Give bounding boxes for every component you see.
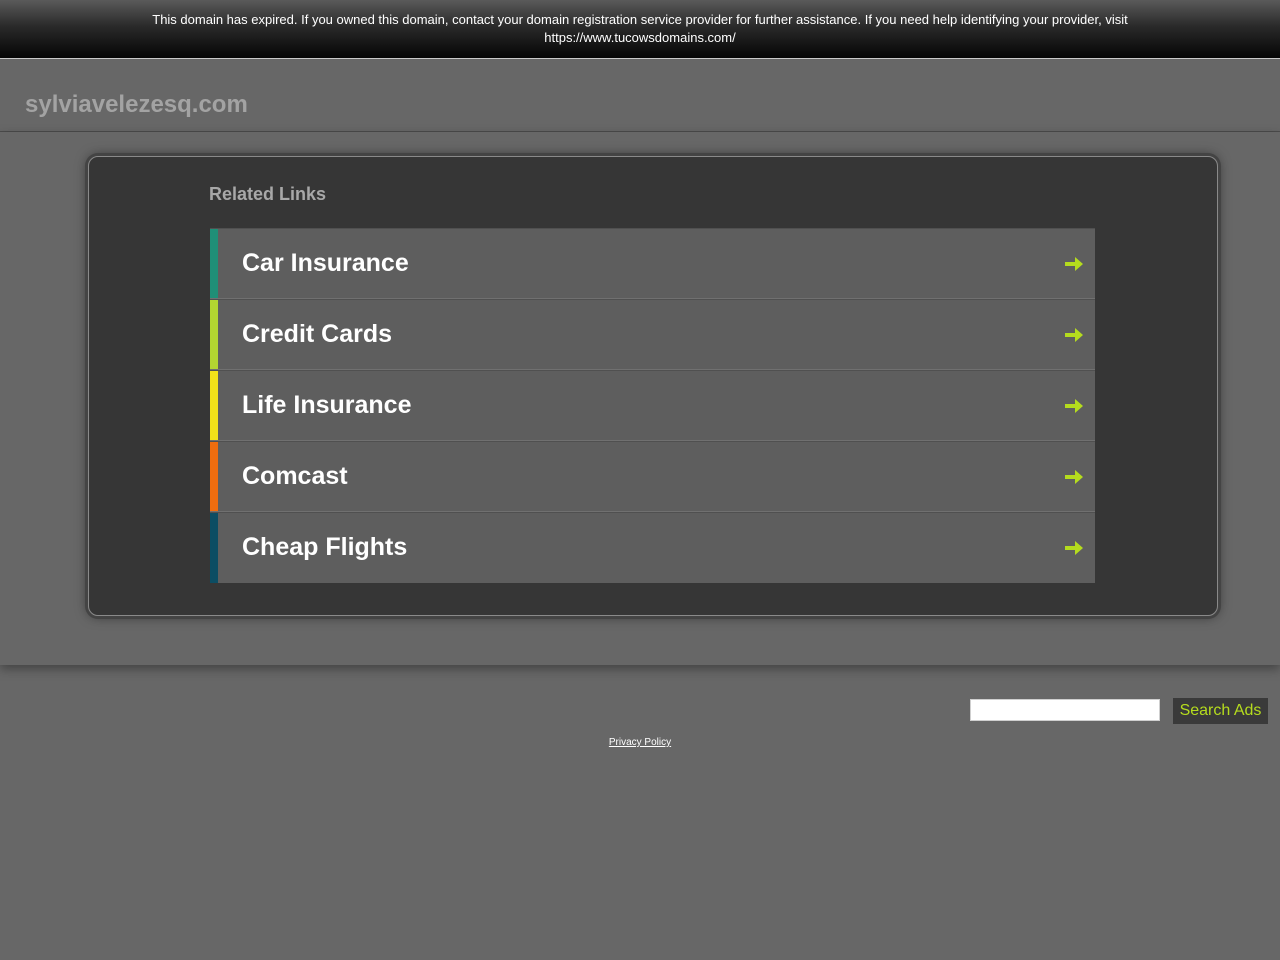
privacy-policy-link[interactable]: Privacy Policy	[609, 737, 671, 748]
notice-url: https://www.tucowsdomains.com/	[544, 30, 736, 45]
link-label: Cheap Flights	[242, 533, 408, 561]
related-link-car-insurance[interactable]: Car Insurance	[210, 228, 1095, 299]
arrow-right-icon	[1065, 257, 1083, 271]
arrow-right-icon	[1065, 328, 1083, 342]
arrow-right-icon	[1065, 470, 1083, 484]
footer: Privacy Policy	[0, 732, 1280, 750]
search-ads-button[interactable]: Search Ads	[1173, 698, 1268, 724]
link-accent-bar	[210, 371, 218, 440]
domain-title[interactable]: sylviavelezesq.com	[25, 91, 248, 119]
related-link-cheap-flights[interactable]: Cheap Flights	[210, 512, 1095, 583]
content-area: Related Links Car Insurance Credit Cards…	[0, 132, 1280, 665]
related-link-credit-cards[interactable]: Credit Cards	[210, 299, 1095, 370]
link-accent-bar	[210, 513, 218, 583]
link-accent-bar	[210, 300, 218, 369]
search-input[interactable]	[970, 699, 1160, 721]
related-links-list: Car Insurance Credit Cards Life Insuranc…	[210, 228, 1095, 583]
related-links-panel: Related Links Car Insurance Credit Cards…	[88, 156, 1218, 616]
link-label: Comcast	[242, 462, 348, 490]
link-label: Credit Cards	[242, 320, 393, 348]
related-link-life-insurance[interactable]: Life Insurance	[210, 370, 1095, 441]
arrow-right-icon	[1065, 399, 1083, 413]
related-links-title: Related Links	[209, 184, 327, 204]
arrow-right-icon	[1065, 541, 1083, 555]
link-accent-bar	[210, 442, 218, 511]
expired-domain-notice: This domain has expired. If you owned th…	[0, 0, 1280, 59]
link-label: Car Insurance	[242, 249, 409, 277]
related-link-comcast[interactable]: Comcast	[210, 441, 1095, 512]
link-label: Life Insurance	[242, 391, 412, 419]
site-header: sylviavelezesq.com	[0, 60, 1280, 132]
notice-text: This domain has expired. If you owned th…	[152, 12, 1128, 27]
link-accent-bar	[210, 229, 218, 298]
